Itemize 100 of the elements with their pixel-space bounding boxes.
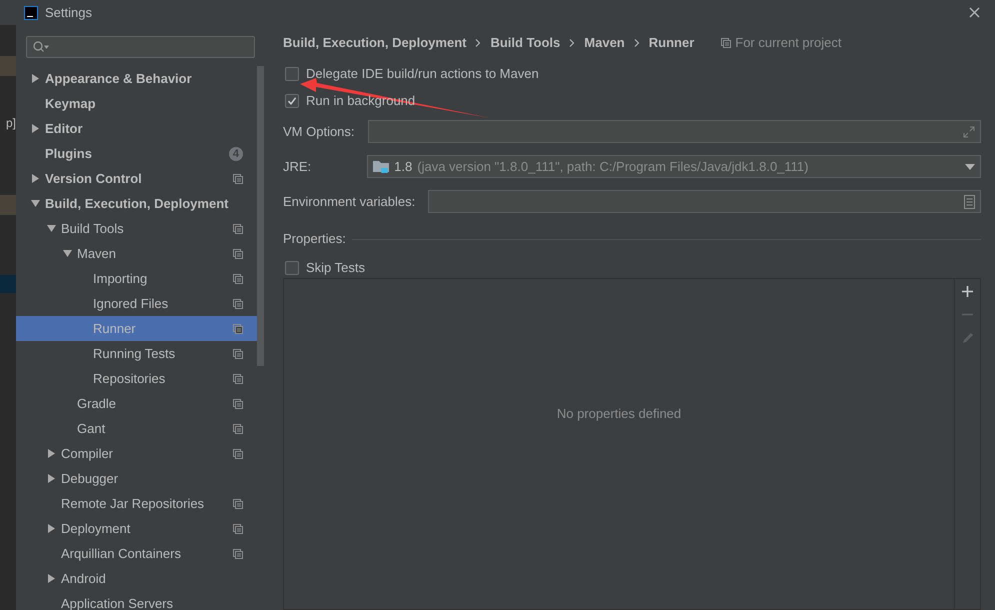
jre-dropdown[interactable]: 1.8 (java version "1.8.0_111", path: C:/Program Files/Java/jdk1.8.0_111) [367, 155, 981, 178]
tree-item-label: Arquillian Containers [61, 544, 181, 563]
expanded-arrow-icon[interactable] [63, 249, 72, 258]
collapsed-arrow-icon[interactable] [31, 74, 40, 83]
collapsed-arrow-icon[interactable] [47, 474, 56, 483]
tree-item[interactable]: Keymap [16, 91, 257, 116]
folder-icon [373, 160, 390, 174]
chevron-right-icon [634, 38, 640, 46]
project-scope-icon [233, 174, 243, 184]
count-badge: 4 [228, 146, 243, 160]
add-icon[interactable] [962, 286, 973, 297]
field-label: VM Options: [283, 122, 355, 141]
tree-item[interactable]: Deployment [16, 516, 257, 541]
text-field[interactable] [368, 120, 981, 143]
checkbox[interactable] [285, 67, 299, 81]
checkbox-label: Skip Tests [306, 259, 366, 278]
expanded-arrow-icon[interactable] [31, 199, 40, 208]
highlight-band [0, 195, 16, 215]
project-scope-icon [233, 248, 243, 258]
tree-item-label: Build Tools [61, 220, 124, 238]
tree-item[interactable]: Running Tests [16, 341, 257, 366]
tree-item[interactable]: Android [16, 566, 257, 591]
checkbox[interactable] [285, 261, 299, 275]
tree-item[interactable]: Debugger [16, 466, 257, 491]
tree-item[interactable]: Remote Jar Repositories [16, 491, 257, 516]
tree-item-label: Debugger [61, 470, 118, 488]
breadcrumb-item: Build Tools [490, 34, 560, 52]
tree-item[interactable]: Repositories [16, 366, 257, 391]
scrollbar[interactable] [257, 66, 264, 366]
tree-item-label: Maven [77, 244, 116, 263]
tree-item[interactable]: Gradle [16, 391, 257, 416]
selection-band [0, 275, 16, 293]
collapsed-arrow-icon[interactable] [31, 174, 40, 183]
project-scope-icon [233, 298, 243, 308]
breadcrumb-item: Build, Execution, Deployment [283, 34, 466, 52]
tree-item-label: Plugins [45, 144, 92, 163]
collapsed-arrow-icon[interactable] [47, 449, 56, 458]
tree-item-label: Running Tests [93, 344, 176, 363]
checkmark-icon [287, 96, 297, 106]
expanded-arrow-icon[interactable] [47, 224, 56, 233]
project-scope-icon [233, 224, 243, 234]
tree-item[interactable]: Build Tools [16, 216, 257, 241]
project-scope-icon [233, 424, 243, 434]
project-scope-icon [233, 348, 243, 358]
tree-item[interactable]: Plugins 4 [16, 141, 257, 166]
tree-item[interactable]: Build, Execution, Deployment [16, 191, 257, 216]
tree-item[interactable]: Appearance & Behavior [16, 66, 257, 91]
document-icon[interactable] [964, 194, 975, 208]
tree-item-label: Repositories [93, 370, 166, 388]
tree-item[interactable]: Editor [16, 116, 257, 141]
project-scope-icon [233, 524, 243, 534]
collapsed-arrow-icon[interactable] [47, 574, 56, 583]
tree-item[interactable]: Arquillian Containers [16, 541, 257, 566]
tree-item-label: Ignored Files [93, 294, 168, 313]
project-scope-icon [721, 38, 732, 48]
search-icon [33, 41, 49, 53]
collapsed-arrow-icon[interactable] [31, 124, 40, 133]
project-scope-icon [233, 448, 243, 458]
tree-item-label: Runner [93, 320, 136, 338]
project-scope-icon [233, 398, 243, 408]
project-scope-icon [233, 274, 243, 284]
tree-item[interactable]: Gant [16, 416, 257, 441]
jre-version: 1.8 [394, 158, 412, 176]
background-text: p] [4, 116, 16, 130]
text-field[interactable] [428, 190, 981, 213]
tree-item-label: Android [61, 570, 106, 588]
tree-item[interactable]: Compiler [16, 441, 257, 466]
tree-item-label: Compiler [61, 444, 114, 463]
jre-detail: (java version "1.8.0_111", path: C:/Program Files/Java/jdk1.8.0_111) [417, 158, 808, 176]
collapsed-arrow-icon[interactable] [47, 524, 56, 533]
project-scope-icon [233, 498, 243, 508]
tree-item-label: Appearance & Behavior [45, 70, 192, 88]
app-logo-icon [24, 6, 38, 20]
tree-item-label: Version Control [45, 170, 142, 188]
dropdown-arrow-icon [965, 164, 975, 170]
tree-item[interactable]: Maven [16, 241, 257, 266]
tree-item[interactable]: Ignored Files [16, 291, 257, 316]
tree-item-label: Gradle [77, 394, 116, 413]
breadcrumb-item: Runner [648, 34, 694, 52]
close-icon [968, 7, 980, 18]
section-title: Properties: [283, 230, 346, 248]
tree-item-label: Importing [93, 270, 148, 288]
highlight-band [0, 56, 16, 76]
tree-item-label: Build, Execution, Deployment [45, 194, 228, 213]
tree-item-label: Remote Jar Repositories [61, 494, 204, 513]
search-field[interactable] [26, 36, 255, 58]
close-button[interactable] [967, 6, 981, 20]
field-label: Environment variables: [283, 192, 416, 211]
tree-item-label: Editor [45, 120, 83, 138]
tree-item-label: Keymap [45, 94, 96, 113]
tree-item-label: Deployment [61, 520, 130, 538]
empty-message: No properties defined [556, 405, 682, 424]
chevron-right-icon [475, 38, 482, 46]
breadcrumb-item: Maven [584, 34, 625, 52]
checkbox[interactable] [285, 94, 299, 108]
window-title: Settings [45, 4, 92, 22]
scope-note: For current project [735, 34, 842, 52]
tree-item[interactable]: Importing [16, 266, 257, 291]
tree-item[interactable]: Version Control [16, 166, 257, 191]
checkbox-label: Delegate IDE build/run actions to Maven [306, 65, 539, 84]
